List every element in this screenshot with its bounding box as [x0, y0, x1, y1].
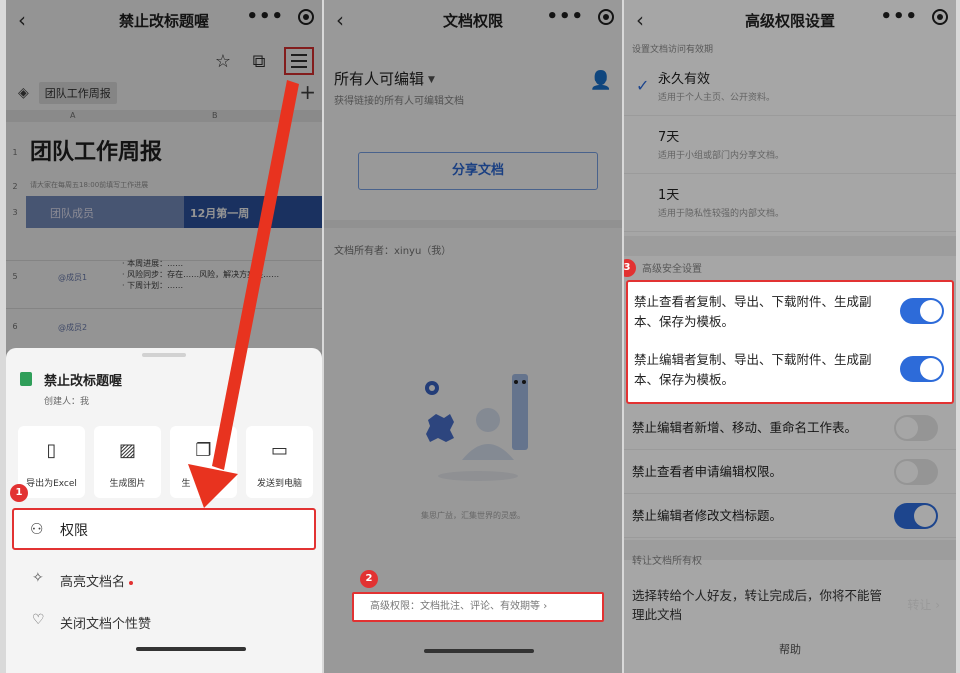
doc-creator: 创建人：我 — [44, 397, 90, 407]
generate-image-button[interactable]: ▨ 生成图片 — [94, 426, 161, 498]
help-link[interactable]: 帮助 — [624, 641, 956, 657]
security-toggle-highlight: 禁止查看者复制、导出、下载附件、生成副本、保存为模板。 禁止编辑者复制、导出、下… — [626, 280, 954, 404]
permission-button[interactable]: ⚇ 权限 — [12, 508, 316, 550]
advanced-permission-link[interactable]: 高级权限：文档批注、评论、有效期等 › — [352, 592, 604, 622]
permission-label: 权限 — [60, 523, 88, 539]
home-indicator — [424, 649, 534, 653]
monitor-icon: ▭ — [270, 440, 288, 461]
doc-name: 禁止改标题喔 — [44, 374, 123, 389]
toggle-label: 禁止查看者复制、导出、下载附件、生成副本、保存为模板。 — [634, 294, 872, 329]
close-likes-item[interactable]: ♡ 关闭文档个性赞 — [6, 602, 322, 642]
export-excel-button[interactable]: ▯ 导出为Excel — [18, 426, 85, 498]
action-grid: ▯ 导出为Excel ▨ 生成图片 ❐ 生本 ▭ 发送到电脑 — [18, 426, 313, 498]
heart-off-icon: ♡ — [32, 612, 45, 628]
panel-doc-permission: ‹ 文档权限 ••• 所有人可编辑 ▼ 获得链接的所有人可编辑文档 👤 分享文档 … — [324, 0, 622, 673]
panel-advanced-settings: ‹ 高级权限设置 ••• 设置文档访问有效期 ✓ 永久有效 适用于个人主页、公开… — [624, 0, 956, 673]
home-indicator — [136, 647, 246, 651]
transfer-text: 选择转给个人好友，转让完成后，你将不能管理此文档 — [632, 588, 883, 622]
step-badge: 1 — [10, 484, 28, 502]
x-file-icon: ▯ — [46, 440, 57, 461]
toggle-label: 禁止编辑者复制、导出、下载附件、生成副本、保存为模板。 — [634, 352, 872, 387]
highlight-name-item[interactable]: ✧ 高亮文档名 — [6, 560, 322, 600]
toggle-switch[interactable] — [900, 356, 944, 382]
panel-sheet-menu: ‹ 禁止改标题喔 ••• ☆ ⧉ ◈ 团队工作周报 + A B 1 2 3 5 … — [6, 0, 322, 673]
sparkle-icon: ✧ — [32, 570, 44, 586]
generate-copy-button[interactable]: ❐ 生本 — [170, 426, 237, 498]
step-badge: 2 — [360, 570, 378, 588]
sheet-file-icon — [20, 372, 32, 386]
transfer-button[interactable]: 转让 › — [907, 596, 940, 613]
image-icon: ▨ — [118, 440, 136, 461]
new-dot — [129, 580, 134, 585]
user-permission-icon: ⚇ — [30, 520, 44, 538]
grab-handle[interactable] — [142, 353, 186, 357]
toggle-switch[interactable] — [900, 298, 944, 324]
copy-icon: ❐ — [195, 440, 212, 461]
chevron-right-icon: › — [543, 601, 548, 612]
send-to-pc-button[interactable]: ▭ 发送到电脑 — [246, 426, 313, 498]
